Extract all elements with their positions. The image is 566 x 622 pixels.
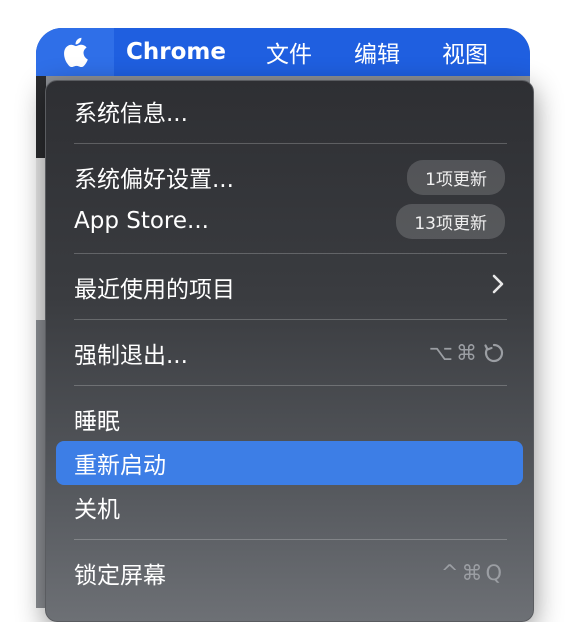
menu-item-label: 强制退出... [74, 343, 188, 369]
lock-shortcut: ^⌘Q [440, 561, 505, 585]
apple-icon [64, 37, 88, 67]
menubar-view[interactable]: 视图 [442, 28, 488, 76]
menu-item-label: 系统信息... [74, 101, 188, 127]
menu-item-sleep[interactable]: 睡眠 [56, 397, 523, 441]
update-badge: 1项更新 [407, 159, 505, 195]
menu-item-label: 锁定屏幕 [74, 563, 166, 589]
apple-menu-button[interactable] [36, 28, 115, 76]
menubar-file[interactable]: 文件 [266, 28, 312, 76]
power-refresh-icon [484, 343, 504, 363]
menu-item-label: App Store... [74, 208, 209, 234]
menu-separator [74, 143, 507, 144]
menu-item-app-store[interactable]: App Store... 13项更新 [56, 199, 523, 243]
menu-item-label: 最近使用的项目 [74, 277, 235, 303]
menubar-app-name[interactable]: Chrome [126, 28, 226, 76]
force-quit-shortcut: ⌥⌘ [429, 341, 505, 365]
menu-item-force-quit[interactable]: 强制退出... ⌥⌘ [56, 331, 523, 375]
menu-separator [74, 385, 507, 386]
apple-menu: 系统信息... 系统偏好设置... 1项更新 App Store... 13项更… [45, 80, 534, 622]
menu-item-lock-screen[interactable]: 锁定屏幕 ^⌘Q [56, 551, 523, 595]
menu-separator [74, 539, 507, 540]
shortcut-keys: ⌥⌘ [428, 341, 480, 365]
menu-item-label: 系统偏好设置... [74, 167, 234, 193]
menu-item-label: 关机 [74, 497, 120, 523]
update-badge: 13项更新 [396, 203, 505, 239]
menu-separator [74, 253, 507, 254]
chevron-right-icon [491, 274, 505, 300]
menu-item-restart[interactable]: 重新启动 [56, 441, 523, 485]
menu-separator [74, 319, 507, 320]
menu-item-system-preferences[interactable]: 系统偏好设置... 1项更新 [56, 155, 523, 199]
menu-item-recent-items[interactable]: 最近使用的项目 [56, 265, 523, 309]
menubar-edit[interactable]: 编辑 [354, 28, 400, 76]
menu-item-about[interactable]: 系统信息... [56, 89, 523, 133]
menu-item-shutdown[interactable]: 关机 [56, 485, 523, 529]
menu-item-label: 重新启动 [74, 453, 166, 479]
menu-bar: Chrome 文件 编辑 视图 [36, 28, 530, 76]
menu-item-label: 睡眠 [74, 409, 120, 435]
